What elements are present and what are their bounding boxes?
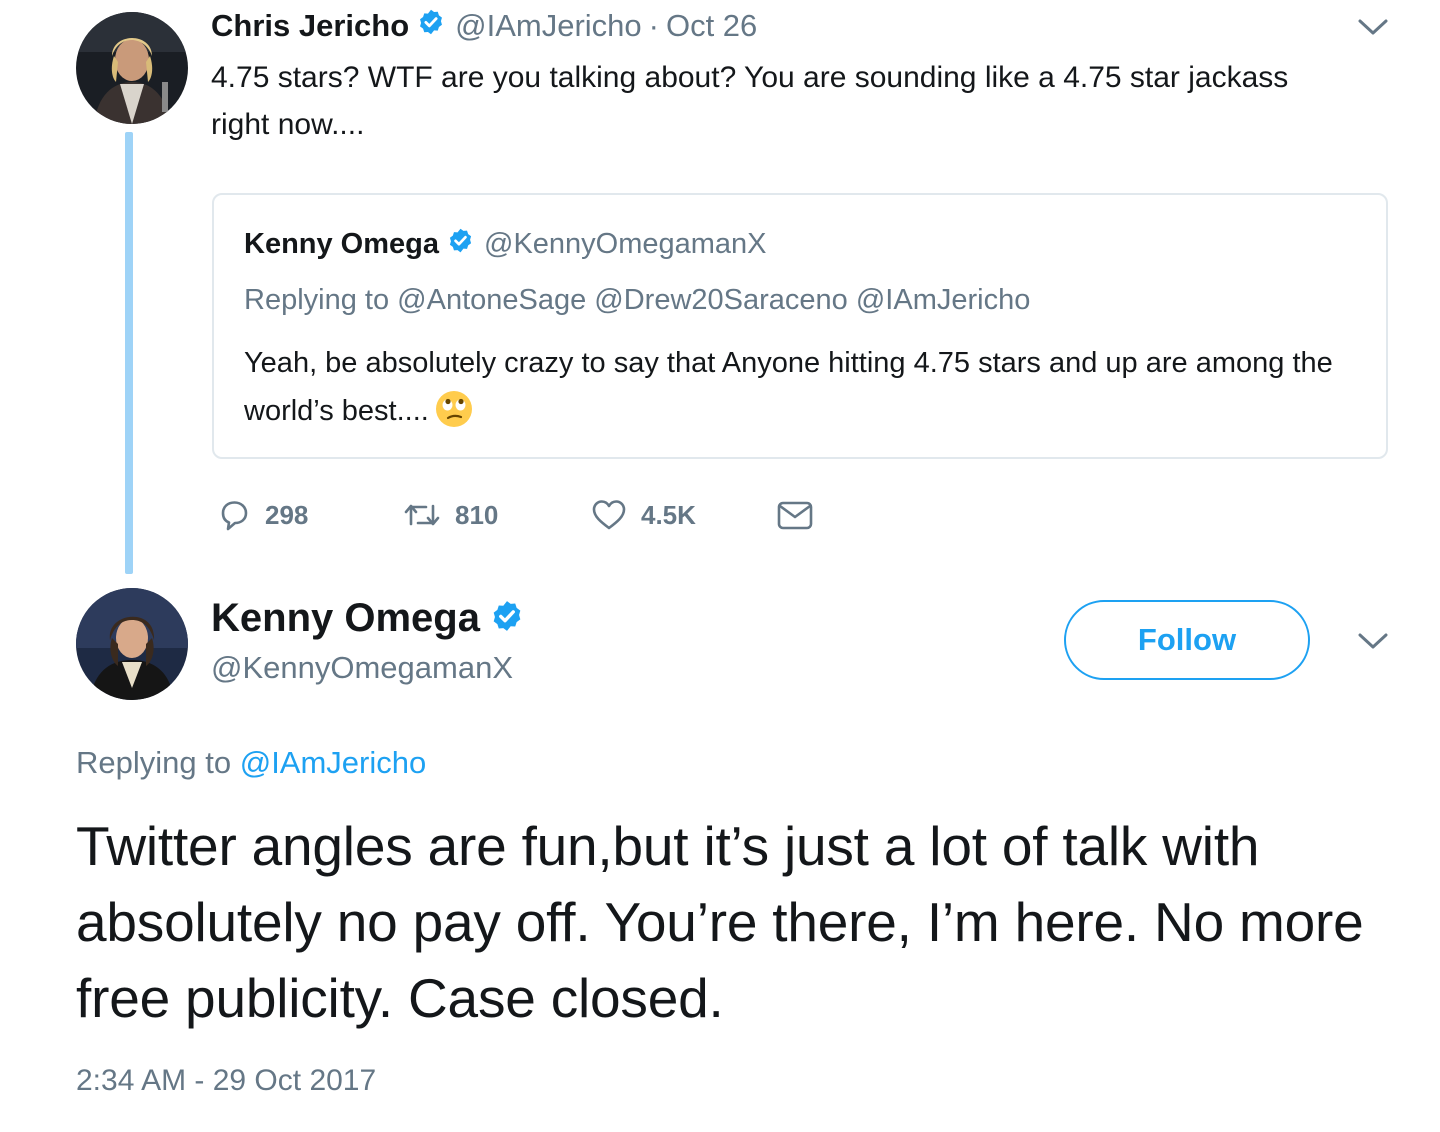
like-action[interactable]: 4.5K (591, 498, 775, 532)
quoted-replying-to: Replying to @AntoneSage @Drew20Saraceno … (244, 284, 1030, 317)
rolling-eyes-emoji-icon (435, 390, 473, 428)
parent-tweet-actions: 298 810 4.5K (217, 495, 829, 535)
envelope-icon (777, 501, 813, 530)
parent-tweet-header: Chris Jericho @IAmJericho · Oct 26 (211, 6, 757, 46)
reply-count: 298 (265, 499, 309, 530)
verified-badge-icon (447, 227, 474, 262)
retweet-count: 810 (455, 499, 499, 530)
quoted-tweet-text: Yeah, be absolutely crazy to say that An… (244, 347, 1333, 427)
parent-author-name[interactable]: Chris Jericho (211, 8, 409, 44)
quoted-tweet-text-block: Yeah, be absolutely crazy to say that An… (244, 339, 1354, 435)
chevron-down-icon[interactable] (1357, 17, 1389, 37)
chevron-down-icon[interactable] (1357, 631, 1389, 651)
retweet-action[interactable]: 810 (403, 500, 591, 531)
parent-author-handle[interactable]: @IAmJericho (455, 8, 642, 44)
quoted-tweet-header: Kenny Omega @KennyOmegamanX (244, 227, 767, 262)
main-author-name[interactable]: Kenny Omega (211, 596, 480, 641)
main-tweet-timestamp[interactable]: 2:34 AM - 29 Oct 2017 (76, 1064, 376, 1098)
main-author-handle[interactable]: @KennyOmegamanX (211, 650, 513, 686)
retweet-icon (404, 504, 440, 526)
follow-button[interactable]: Follow (1064, 600, 1310, 680)
reply-icon (221, 501, 248, 531)
replying-prefix: Replying to (244, 284, 390, 316)
main-tweet-name-row: Kenny Omega (211, 593, 534, 643)
parent-tweet-text: 4.75 stars? WTF are you talking about? Y… (211, 61, 1289, 141)
header-separator: · (648, 8, 659, 43)
main-tweet-text: Twitter angles are fun,but it’s just a l… (76, 815, 1364, 1029)
jericho-avatar[interactable] (76, 12, 188, 124)
verified-badge-icon (490, 599, 524, 638)
reply-action[interactable]: 298 (217, 498, 403, 532)
direct-message-action[interactable] (775, 498, 829, 532)
like-count: 4.5K (641, 499, 696, 530)
replying-mention-link[interactable]: @IAmJericho (240, 745, 427, 780)
main-replying-to: Replying to @IAmJericho (76, 745, 426, 781)
quoted-author-name: Kenny Omega (244, 228, 439, 260)
omega-avatar[interactable] (76, 588, 188, 700)
replying-prefix: Replying to (76, 745, 232, 780)
verified-badge-icon (417, 8, 445, 44)
heart-icon (592, 500, 626, 530)
quoted-replying-mentions: @AntoneSage @Drew20Saraceno @IAmJericho (397, 284, 1031, 316)
thread-connector-line (125, 132, 133, 574)
quoted-tweet-card[interactable]: Kenny Omega @KennyOmegamanX Replying to … (212, 193, 1388, 459)
parent-tweet-date[interactable]: Oct 26 (666, 8, 757, 44)
quoted-author-handle: @KennyOmegamanX (484, 228, 767, 260)
